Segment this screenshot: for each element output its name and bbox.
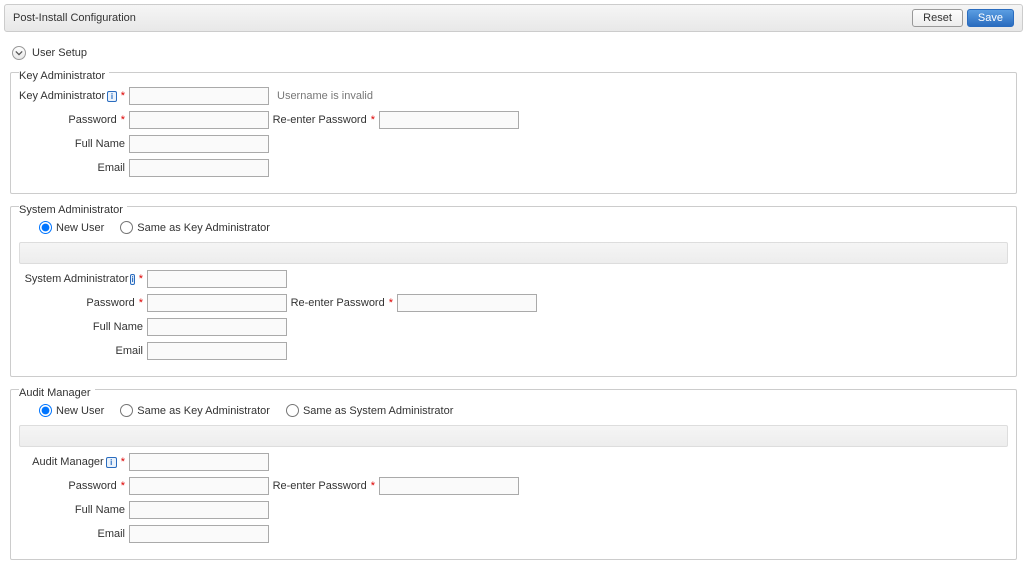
key-admin-reenter-input[interactable] xyxy=(379,111,519,129)
required-marker: * xyxy=(121,90,125,102)
validation-username-invalid: Username is invalid xyxy=(277,90,373,102)
header-bar: Post-Install Configuration Reset Save xyxy=(4,4,1023,32)
label-key-admin-reenter: Re-enter Password * xyxy=(279,114,379,126)
label-sys-admin-username: System Administrator i * xyxy=(37,273,147,285)
row-key-admin-password: Password * Re-enter Password * xyxy=(19,111,1008,129)
required-marker: * xyxy=(139,297,143,309)
sub-band-sys-admin xyxy=(19,242,1008,264)
radio-sys-same-key-input[interactable] xyxy=(120,221,133,234)
audit-mgr-password-input[interactable] xyxy=(129,477,269,495)
required-marker: * xyxy=(389,297,393,309)
section-title: User Setup xyxy=(32,47,87,59)
label-audit-mgr-email: Email xyxy=(19,528,129,540)
page-title: Post-Install Configuration xyxy=(13,12,136,24)
radio-sys-new-input[interactable] xyxy=(39,221,52,234)
required-marker: * xyxy=(371,480,375,492)
label-audit-mgr-reenter: Re-enter Password * xyxy=(279,480,379,492)
radio-audit-same-sys[interactable]: Same as System Administrator xyxy=(286,404,453,417)
audit-mgr-fullname-input[interactable] xyxy=(129,501,269,519)
radio-sys-new[interactable]: New User xyxy=(39,221,104,234)
key-admin-fullname-input[interactable] xyxy=(129,135,269,153)
radio-audit-new[interactable]: New User xyxy=(39,404,104,417)
sub-band-audit-mgr xyxy=(19,425,1008,447)
sys-admin-fullname-input[interactable] xyxy=(147,318,287,336)
fieldset-key-admin: Key Administrator Key Administrator i * … xyxy=(10,72,1017,194)
info-icon[interactable]: i xyxy=(130,274,134,285)
row-sys-admin-username: System Administrator i * xyxy=(37,270,1008,288)
radio-sys-same-key[interactable]: Same as Key Administrator xyxy=(120,221,270,234)
row-audit-mgr-email: Email xyxy=(19,525,1008,543)
header-buttons: Reset Save xyxy=(912,9,1014,27)
required-marker: * xyxy=(121,456,125,468)
legend-sys-admin: System Administrator xyxy=(19,200,127,216)
label-audit-mgr-password: Password * xyxy=(19,480,129,492)
required-marker: * xyxy=(371,114,375,126)
radio-row-sys-admin: New User Same as Key Administrator xyxy=(19,215,1008,242)
legend-audit-mgr: Audit Manager xyxy=(19,383,95,399)
info-icon[interactable]: i xyxy=(107,91,117,102)
key-admin-email-input[interactable] xyxy=(129,159,269,177)
label-audit-mgr-fullname: Full Name xyxy=(19,504,129,516)
row-audit-mgr-password: Password * Re-enter Password * xyxy=(19,477,1008,495)
audit-mgr-reenter-input[interactable] xyxy=(379,477,519,495)
label-sys-admin-fullname: Full Name xyxy=(37,321,147,333)
save-button[interactable]: Save xyxy=(967,9,1014,27)
label-key-admin-username: Key Administrator i * xyxy=(19,90,129,102)
label-key-admin-fullname: Full Name xyxy=(19,138,129,150)
label-sys-admin-password: Password * xyxy=(37,297,147,309)
required-marker: * xyxy=(121,114,125,126)
required-marker: * xyxy=(121,480,125,492)
row-key-admin-username: Key Administrator i * Username is invali… xyxy=(19,87,1008,105)
label-audit-mgr-username: Audit Manager i * xyxy=(19,456,129,468)
sys-admin-password-input[interactable] xyxy=(147,294,287,312)
fieldset-audit-mgr: Audit Manager New User Same as Key Admin… xyxy=(10,389,1017,560)
audit-mgr-email-input[interactable] xyxy=(129,525,269,543)
row-sys-admin-email: Email xyxy=(37,342,1008,360)
sys-admin-username-input[interactable] xyxy=(147,270,287,288)
key-admin-username-input[interactable] xyxy=(129,87,269,105)
row-sys-admin-password: Password * Re-enter Password * xyxy=(37,294,1008,312)
label-sys-admin-email: Email xyxy=(37,345,147,357)
label-key-admin-email: Email xyxy=(19,162,129,174)
radio-audit-same-key[interactable]: Same as Key Administrator xyxy=(120,404,270,417)
radio-audit-same-sys-input[interactable] xyxy=(286,404,299,417)
row-sys-admin-fullname: Full Name xyxy=(37,318,1008,336)
label-sys-admin-reenter: Re-enter Password * xyxy=(297,297,397,309)
row-key-admin-fullname: Full Name xyxy=(19,135,1008,153)
fieldset-sys-admin: System Administrator New User Same as Ke… xyxy=(10,206,1017,377)
radio-audit-new-input[interactable] xyxy=(39,404,52,417)
audit-mgr-username-input[interactable] xyxy=(129,453,269,471)
sys-admin-email-input[interactable] xyxy=(147,342,287,360)
sys-admin-reenter-input[interactable] xyxy=(397,294,537,312)
row-audit-mgr-fullname: Full Name xyxy=(19,501,1008,519)
content: User Setup Key Administrator Key Adminis… xyxy=(0,36,1027,576)
key-admin-password-input[interactable] xyxy=(129,111,269,129)
info-icon[interactable]: i xyxy=(106,457,117,468)
legend-key-admin: Key Administrator xyxy=(19,66,109,82)
label-key-admin-password: Password * xyxy=(19,114,129,126)
radio-row-audit-mgr: New User Same as Key Administrator Same … xyxy=(19,398,1008,425)
row-key-admin-email: Email xyxy=(19,159,1008,177)
radio-audit-same-key-input[interactable] xyxy=(120,404,133,417)
chevron-down-icon xyxy=(12,46,26,60)
required-marker: * xyxy=(139,273,143,285)
reset-button[interactable]: Reset xyxy=(912,9,963,27)
section-user-setup-toggle[interactable]: User Setup xyxy=(10,40,1017,66)
row-audit-mgr-username: Audit Manager i * xyxy=(19,453,1008,471)
